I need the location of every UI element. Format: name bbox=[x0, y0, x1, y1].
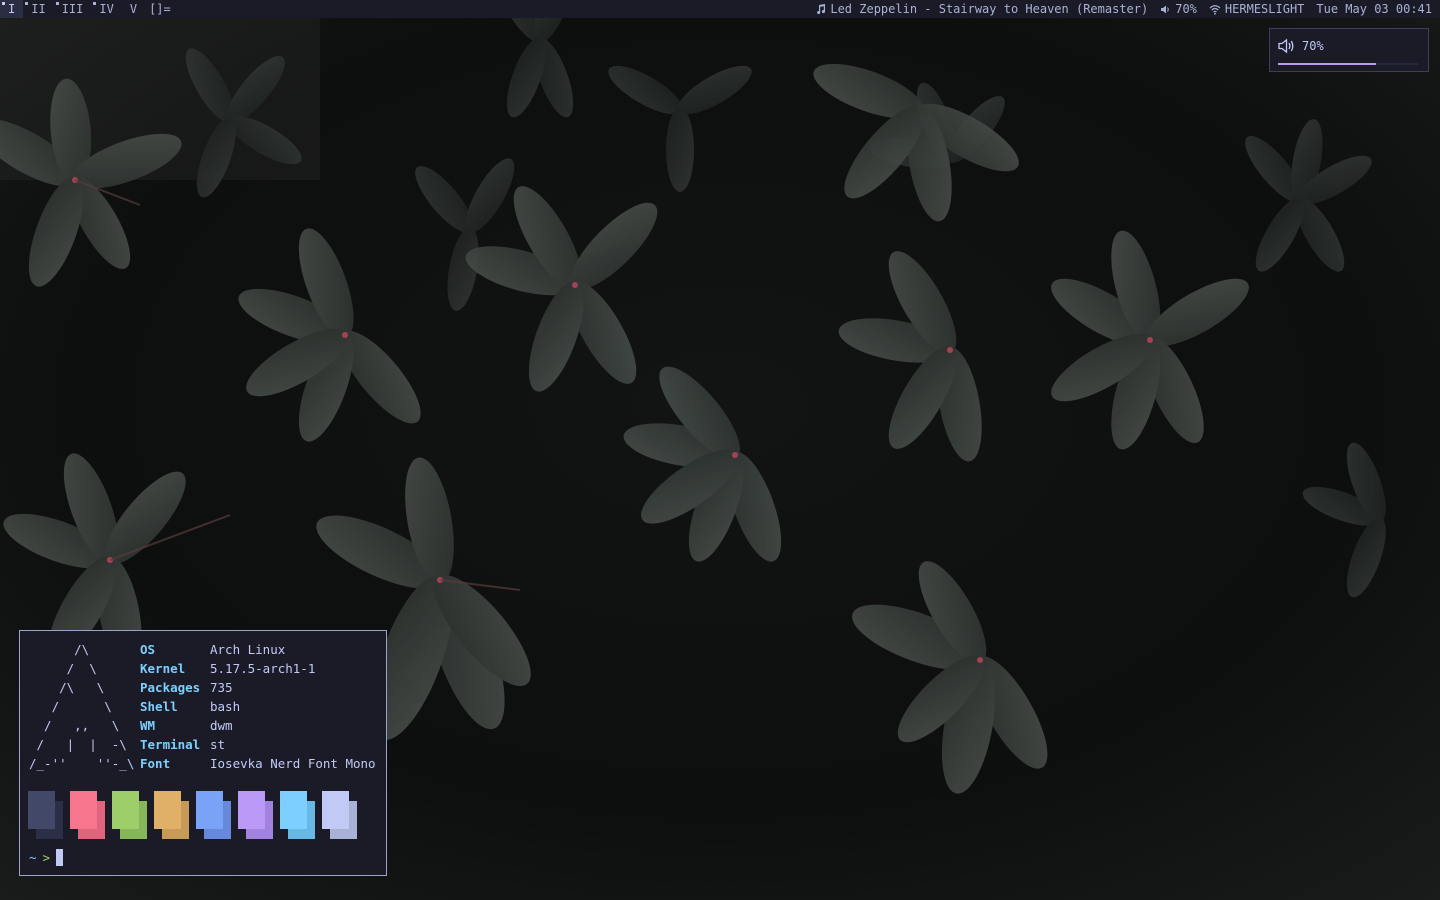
prompt-directory: ~ bbox=[29, 849, 37, 865]
volume-progress-track bbox=[1278, 63, 1418, 65]
tag-1[interactable]: I bbox=[0, 0, 24, 18]
info-value: dwm bbox=[210, 718, 233, 733]
swatch-face bbox=[154, 791, 181, 829]
info-value: Arch Linux bbox=[210, 642, 286, 657]
info-row-kernel: Kernel 5.17.5-arch1-1 bbox=[140, 659, 376, 678]
network-status: HERMESLIGHT bbox=[1209, 0, 1304, 18]
info-value: 735 bbox=[210, 680, 233, 695]
tag-3[interactable]: III bbox=[54, 0, 92, 18]
swatch-face bbox=[112, 791, 139, 829]
tag-label: V bbox=[129, 2, 138, 16]
volume-osd: 70% bbox=[1269, 28, 1429, 72]
info-key: Kernel bbox=[140, 661, 186, 676]
text-cursor bbox=[56, 848, 64, 866]
swatch-face bbox=[28, 791, 55, 829]
info-value: 5.17.5-arch1-1 bbox=[210, 661, 316, 676]
info-key: Shell bbox=[140, 699, 178, 714]
info-row-packages: Packages 735 bbox=[140, 678, 376, 697]
color-swatch bbox=[28, 791, 64, 839]
occupied-indicator bbox=[2, 2, 5, 5]
occupied-indicator bbox=[55, 2, 59, 5]
info-key: OS bbox=[140, 642, 156, 657]
speaker-icon bbox=[1278, 38, 1294, 54]
color-swatch bbox=[280, 791, 316, 839]
info-value: bash bbox=[210, 699, 241, 714]
desktop: I II III IV V []= Led Zeppelin - Stairwa… bbox=[0, 0, 1440, 900]
occupied-indicator bbox=[25, 2, 29, 5]
wifi-icon bbox=[1209, 4, 1221, 15]
info-value: Iosevka Nerd Font Mono bbox=[210, 756, 376, 771]
swatch-face bbox=[70, 791, 97, 829]
tag-5[interactable]: V bbox=[122, 0, 145, 18]
color-swatch bbox=[322, 791, 358, 839]
info-key: Font bbox=[140, 756, 171, 771]
volume-status: 70% bbox=[1160, 0, 1197, 18]
color-swatch bbox=[112, 791, 148, 839]
arch-ascii-logo: /\ / \ /\ \ / \ / ,, \ / | | -\ /_-'' ''… bbox=[29, 642, 135, 771]
color-swatch bbox=[70, 791, 106, 839]
color-swatch bbox=[154, 791, 190, 839]
layout-symbol[interactable]: []= bbox=[145, 0, 177, 18]
datetime: Tue May 03 00:41 bbox=[1316, 2, 1432, 16]
system-info: OS Arch Linux Kernel 5.17.5-arch1-1 Pack… bbox=[140, 640, 376, 773]
tag-2[interactable]: II bbox=[23, 0, 53, 18]
shell-prompt[interactable]: ~ > bbox=[29, 848, 64, 866]
info-key: Packages bbox=[140, 680, 201, 695]
swatch-face bbox=[196, 791, 223, 829]
info-row-os: OS Arch Linux bbox=[140, 640, 376, 659]
info-key: Terminal bbox=[140, 737, 201, 752]
volume-osd-label: 70% bbox=[1302, 39, 1324, 53]
color-swatch bbox=[238, 791, 274, 839]
tag-label: II bbox=[31, 2, 46, 16]
network-name: HERMESLIGHT bbox=[1224, 2, 1305, 16]
music-note-icon bbox=[817, 3, 826, 14]
music-status: Led Zeppelin - Stairway to Heaven (Remas… bbox=[815, 0, 1148, 18]
prompt-symbol: > bbox=[42, 849, 51, 865]
tag-list: I II III IV V bbox=[0, 0, 145, 18]
info-key: WM bbox=[140, 718, 156, 733]
tag-label: III bbox=[61, 2, 84, 16]
speaker-icon bbox=[1161, 5, 1169, 13]
swatch-face bbox=[322, 791, 349, 829]
info-value: st bbox=[210, 737, 226, 752]
tag-4[interactable]: IV bbox=[91, 0, 121, 18]
clock: Tue May 03 00:41 bbox=[1316, 0, 1432, 18]
occupied-indicator bbox=[93, 2, 97, 5]
info-row-shell: Shell bash bbox=[140, 697, 376, 716]
info-row-font: Font Iosevka Nerd Font Mono bbox=[140, 754, 376, 773]
info-row-terminal: Terminal st bbox=[140, 735, 376, 754]
terminal-window[interactable]: /\ / \ /\ \ / \ / ,, \ / | | -\ /_-'' ''… bbox=[19, 630, 387, 876]
now-playing: Led Zeppelin - Stairway to Heaven (Remas… bbox=[830, 2, 1149, 16]
volume-level: 70% bbox=[1175, 2, 1197, 16]
tag-label: I bbox=[8, 2, 16, 16]
swatch-face bbox=[238, 791, 265, 829]
color-swatch bbox=[196, 791, 232, 839]
status-text: Led Zeppelin - Stairway to Heaven (Remas… bbox=[815, 0, 1440, 18]
tag-label: IV bbox=[99, 2, 114, 16]
status-bar: I II III IV V []= Led Zeppelin - Stairwa… bbox=[0, 0, 1440, 18]
volume-progress-fill bbox=[1278, 63, 1376, 65]
swatch-face bbox=[280, 791, 307, 829]
info-row-wm: WM dwm bbox=[140, 716, 376, 735]
color-palette bbox=[28, 791, 368, 839]
